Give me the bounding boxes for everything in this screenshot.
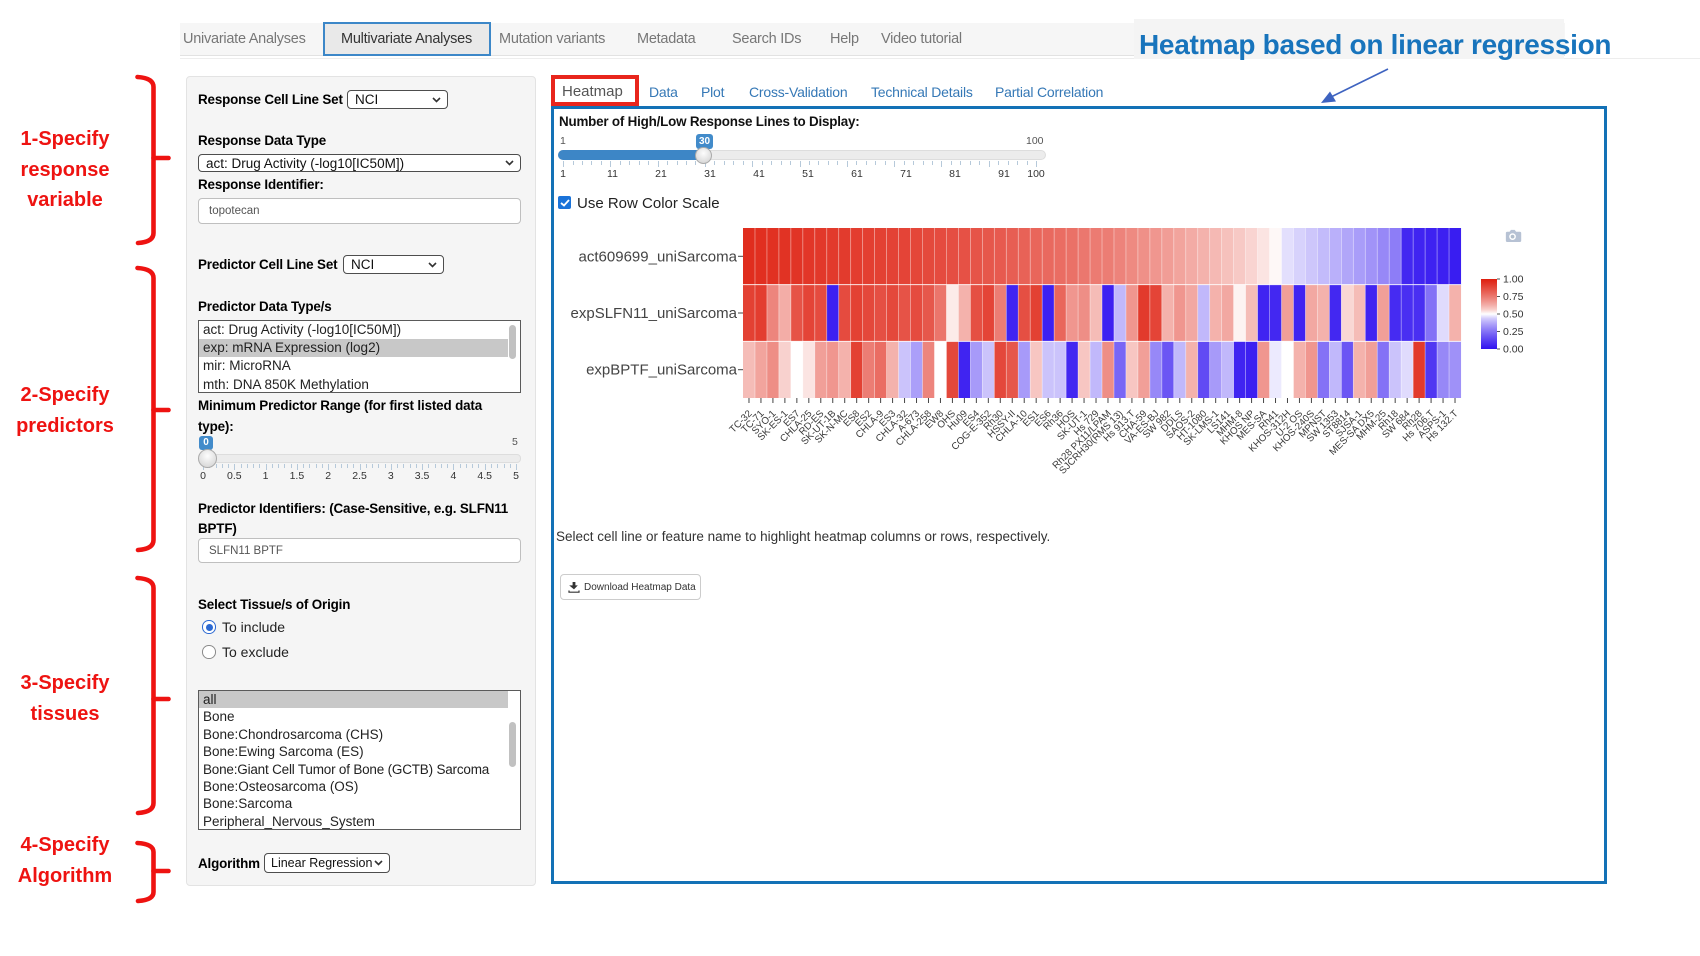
svg-text:0.00: 0.00 (1503, 344, 1524, 356)
svg-text:1.00: 1.00 (1503, 274, 1524, 286)
svg-text:act609699_uniSarcoma: act609699_uniSarcoma (579, 248, 738, 265)
svg-text:expBPTF_uniSarcoma: expBPTF_uniSarcoma (586, 362, 738, 379)
svg-text:0.75: 0.75 (1503, 291, 1524, 303)
svg-text:0.25: 0.25 (1503, 326, 1524, 338)
svg-text:expSLFN11_uniSarcoma: expSLFN11_uniSarcoma (571, 305, 738, 322)
svg-text:0.50: 0.50 (1503, 309, 1524, 321)
